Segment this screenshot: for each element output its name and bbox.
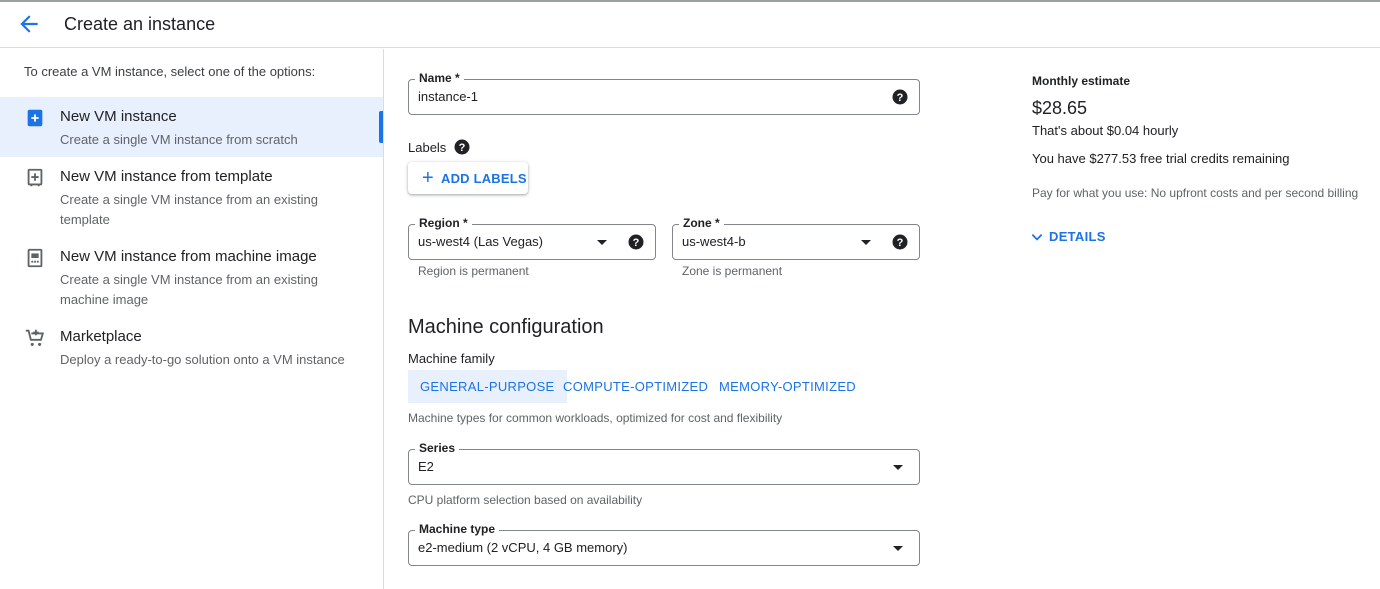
add-box-icon — [24, 107, 46, 129]
machine-type-value: e2-medium (2 vCPU, 4 GB memory) — [418, 540, 628, 555]
region-select[interactable]: Region * us-west4 (Las Vegas) ? — [408, 216, 656, 260]
zone-hint: Zone is permanent — [682, 264, 783, 278]
option-title: New VM instance from template — [60, 168, 273, 185]
option-vm-from-machine-image[interactable]: New VM instance from machine image Creat… — [0, 237, 383, 317]
dropdown-arrow-icon — [893, 465, 903, 470]
help-icon[interactable]: ? — [628, 234, 644, 250]
option-description: Create a single VM instance from an exis… — [60, 192, 318, 227]
machine-type-select[interactable]: Machine type e2-medium (2 vCPU, 4 GB mem… — [408, 522, 920, 566]
estimate-credits: You have $277.53 free trial credits rema… — [1032, 151, 1290, 166]
machine-family-description: Machine types for common workloads, opti… — [408, 411, 783, 425]
page-title: Create an instance — [64, 14, 216, 34]
name-label: Name * — [415, 71, 464, 85]
estimate-billing-note: Pay for what you use: No upfront costs a… — [1032, 186, 1359, 200]
help-icon[interactable]: ? — [454, 139, 470, 155]
svg-text:?: ? — [459, 142, 466, 154]
estimate-price: $28.65 — [1032, 98, 1088, 118]
estimate-hourly: That's about $0.04 hourly — [1032, 123, 1179, 138]
tab-general-purpose[interactable]: GENERAL-PURPOSE — [408, 370, 567, 403]
arrow-back-icon — [20, 15, 38, 33]
region-value: us-west4 (Las Vegas) — [418, 234, 544, 249]
series-value: E2 — [418, 459, 434, 474]
zone-value: us-west4-b — [682, 234, 746, 249]
tab-compute-optimized[interactable]: COMPUTE-OPTIMIZED — [551, 370, 720, 403]
machine-config-title: Machine configuration — [408, 316, 604, 338]
series-select[interactable]: Series E2 — [408, 441, 920, 485]
chevron-down-icon — [1031, 234, 1043, 241]
details-label: DETAILS — [1049, 229, 1106, 244]
selected-indicator — [379, 111, 383, 143]
option-title: New VM instance from machine image — [60, 248, 317, 265]
add-labels-label: ADD LABELS — [441, 171, 527, 186]
option-description: Create a single VM instance from an exis… — [60, 272, 318, 307]
region-label: Region * — [415, 216, 472, 230]
svg-text:?: ? — [633, 237, 640, 249]
details-button[interactable]: DETAILS — [1030, 227, 1110, 247]
machine-image-icon — [24, 247, 46, 269]
machine-type-label: Machine type — [415, 522, 500, 536]
dropdown-arrow-icon — [861, 240, 871, 245]
option-new-vm-instance[interactable]: New VM instance Create a single VM insta… — [0, 97, 383, 157]
series-label: Series — [415, 441, 460, 455]
option-title: New VM instance — [60, 108, 177, 125]
machine-family-title: Machine family — [408, 351, 495, 366]
estimate-title: Monthly estimate — [1032, 74, 1131, 88]
help-icon[interactable]: ? — [892, 89, 908, 105]
zone-select[interactable]: Zone * us-west4-b ? — [672, 216, 920, 260]
page-header: Create an instance — [0, 2, 1380, 48]
option-description: Create a single VM instance from scratch — [60, 132, 298, 147]
creation-options-pane: To create a VM instance, select one of t… — [0, 49, 384, 589]
back-button[interactable] — [16, 11, 42, 37]
tab-memory-optimized[interactable]: MEMORY-OPTIMIZED — [707, 370, 868, 403]
labels-title: Labels — [408, 140, 447, 155]
name-value: instance-1 — [418, 89, 478, 104]
dropdown-arrow-icon — [597, 240, 607, 245]
option-description: Deploy a ready-to-go solution onto a VM … — [60, 352, 345, 367]
option-vm-from-template[interactable]: New VM instance from template Create a s… — [0, 157, 383, 237]
svg-text:?: ? — [897, 92, 904, 104]
zone-label: Zone * — [679, 216, 724, 230]
add-labels-button[interactable]: + ADD LABELS — [408, 162, 528, 194]
region-hint: Region is permanent — [418, 264, 529, 278]
option-title: Marketplace — [60, 328, 142, 345]
name-field[interactable]: Name * instance-1 ? — [408, 71, 920, 115]
options-intro: To create a VM instance, select one of t… — [24, 64, 316, 79]
plus-icon: + — [422, 167, 434, 189]
option-marketplace[interactable]: Marketplace Deploy a ready-to-go solutio… — [0, 317, 383, 377]
help-icon[interactable]: ? — [892, 234, 908, 250]
cart-icon — [24, 327, 46, 349]
dropdown-arrow-icon — [893, 546, 903, 551]
svg-text:?: ? — [897, 237, 904, 249]
series-hint: CPU platform selection based on availabi… — [408, 493, 643, 507]
template-icon — [24, 167, 46, 189]
